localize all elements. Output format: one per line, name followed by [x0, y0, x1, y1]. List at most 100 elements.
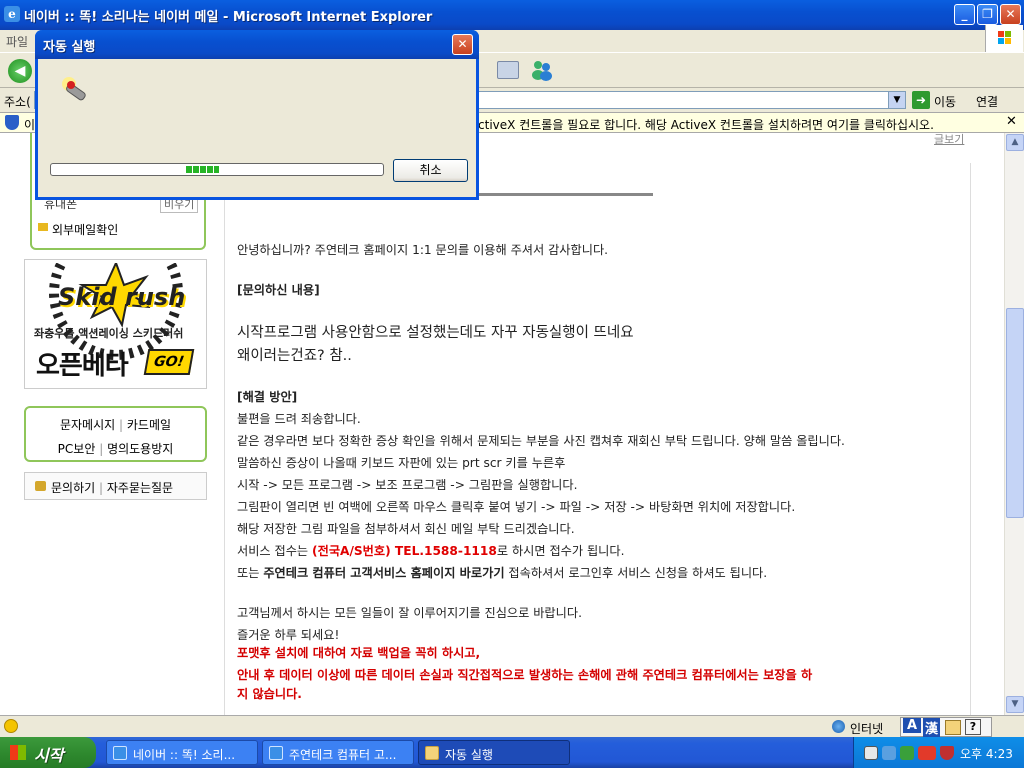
service-line: 서비스 접수는 (전국A/S번호) TEL.1588-1118로 하시면 접수가…: [237, 541, 624, 559]
windows-flag-icon: [10, 745, 26, 760]
help-links-panel: 문의하기 | 자주묻는질문: [24, 472, 207, 500]
ie-icon: [113, 746, 127, 760]
back-arrow-icon[interactable]: ◀: [8, 59, 32, 83]
windows-logo: [985, 25, 1023, 53]
autorun-dialog: 자동 실행 ✕ 취소: [35, 30, 479, 200]
browser-title-bar[interactable]: e 네이버 :: 똑! 소리나는 네이버 메일 - Microsoft Inte…: [0, 0, 1024, 30]
mail-icon[interactable]: [497, 61, 519, 79]
card-mail-link[interactable]: 카드메일: [127, 418, 171, 432]
external-mail-link[interactable]: 외부메일확인: [38, 221, 148, 237]
progress-bar: [50, 163, 384, 176]
ie-icon: [269, 746, 283, 760]
banner-image: Skid rush 좌충우돌 액션레이싱 스키드러쉬 오픈베타 GO!: [28, 226, 203, 385]
homepage-suffix: 접속하셔서 로그인후 서비스 신청을 하셔도 됩니다.: [504, 566, 768, 580]
dialog-title: 자동 실행: [43, 40, 96, 55]
flashlight-search-icon: [60, 74, 96, 104]
shield-icon[interactable]: [940, 746, 954, 760]
banner-go-badge: GO!: [143, 349, 195, 375]
progress-indicator: [186, 166, 219, 173]
inquiry-line: 왜이러는건죠? 참..: [237, 348, 352, 364]
ie-icon: e: [4, 6, 20, 22]
chevron-down-icon[interactable]: ▼: [888, 91, 906, 109]
more-link[interactable]: 글보기: [934, 133, 964, 147]
solution-heading: [해결 방안]: [237, 390, 298, 404]
solution-line: 불편을 드려 죄송합니다.: [237, 412, 361, 426]
shield-icon: [5, 115, 19, 130]
ime-mode-button[interactable]: A: [903, 718, 922, 733]
info-bar-message: ctiveX 컨트롤을 필요로 합니다. 해당 ActiveX 컨트롤을 설치하…: [478, 118, 934, 132]
closing-line: 고객님께서 하시는 모든 일들이 잘 이루어지기를 진심으로 바랍니다.: [237, 606, 582, 620]
go-arrow-icon[interactable]: ➜: [912, 91, 930, 109]
dialog-title-bar[interactable]: 자동 실행 ✕: [35, 30, 479, 59]
vertical-scrollbar[interactable]: ▲ ▼: [1004, 133, 1024, 715]
globe-icon: [832, 720, 845, 733]
minimize-button[interactable]: _: [954, 4, 975, 25]
inquiry-line: 시작프로그램 사용안함으로 설정했는데도 자꾸 자동실행이 뜨네요: [237, 325, 634, 341]
homepage-link[interactable]: 주연테크 컴퓨터 고객서비스 홈페이지 바로가기: [263, 566, 504, 580]
security-zone-label: 인터넷: [850, 722, 884, 736]
scroll-down-icon[interactable]: ▼: [1006, 696, 1024, 713]
ime-language-bar[interactable]: A 漢 ?: [900, 717, 992, 737]
ime-help-button[interactable]: ?: [965, 719, 981, 735]
skidrush-banner[interactable]: Skid rush 좌충우돌 액션레이싱 스키드러쉬 오픈베타 GO!: [24, 226, 207, 389]
cancel-button[interactable]: 취소: [393, 159, 468, 182]
taskbar-item-label: 네이버 :: 똑! 소리...: [133, 748, 236, 762]
external-mail-label: 외부메일확인: [52, 223, 119, 237]
close-button[interactable]: ✕: [1000, 4, 1021, 25]
info-bar-prefix: 이: [24, 118, 36, 132]
solution-line: 그림판이 열리면 빈 여백에 오른쪽 마우스 클릭후 붙여 넣기 -> 파일 -…: [237, 500, 796, 514]
status-bar: 인터넷 A 漢 ?: [0, 715, 1024, 737]
go-button[interactable]: 이동: [934, 93, 956, 110]
inquiry-link[interactable]: 문의하기: [51, 481, 95, 495]
taskbar-item-jooyon[interactable]: 주연테크 컴퓨터 고...: [262, 740, 414, 765]
scroll-thumb[interactable]: [1006, 308, 1024, 518]
clock[interactable]: 오후 4:23: [960, 745, 1013, 762]
service-prefix: 서비스 접수는: [237, 544, 313, 558]
taskbar-item-naver[interactable]: 네이버 :: 똑! 소리...: [106, 740, 258, 765]
service-phone: (전국A/S번호) TEL.1588-1118: [312, 544, 497, 558]
start-button[interactable]: 시작: [0, 737, 96, 768]
solution-line: 해당 저장한 그림 파일을 첨부하셔서 회신 메일 부탁 드리겠습니다.: [237, 522, 575, 536]
sms-link[interactable]: 문자메시지: [60, 418, 115, 432]
warning-line: 포맷후 설치에 대하여 자료 백업을 꼭히 하시고,: [237, 646, 481, 660]
solution-line: 같은 경우라면 보다 정확한 증상 확인을 위해서 문제되는 부분을 사진 캡쳐…: [237, 434, 845, 448]
menu-file[interactable]: 파일: [6, 33, 28, 50]
homepage-prefix: 또는: [237, 566, 264, 580]
phone-icon: [35, 481, 46, 491]
service-links-panel: 문자메시지 | 카드메일 PC보안 | 명의도용방지: [24, 406, 207, 462]
identity-theft-link[interactable]: 명의도용방지: [107, 442, 173, 456]
hanja-button[interactable]: 漢: [923, 718, 941, 737]
closing-line: 즐거운 하루 되세요!: [237, 628, 340, 642]
antivirus-icon[interactable]: [918, 746, 936, 760]
warning-icon[interactable]: [4, 719, 18, 733]
taskbar-item-label: 자동 실행: [445, 748, 493, 762]
warning-line: 안내 후 데이터 이상에 따른 데이터 손실과 직간접적으로 발생하는 손해에 …: [237, 668, 813, 682]
warning-line: 지 않습니다.: [237, 687, 302, 701]
solution-line: 시작 -> 모든 프로그램 -> 보조 프로그램 -> 그림판을 실행합니다.: [237, 478, 578, 492]
maximize-button[interactable]: ❐: [977, 4, 998, 25]
pc-security-link[interactable]: PC보안: [58, 442, 96, 456]
start-label: 시작: [34, 746, 64, 765]
info-bar-close-icon[interactable]: ✕: [1006, 114, 1017, 129]
service-links-row: PC보안 | 명의도용방지: [57, 442, 174, 456]
ime-pad-icon[interactable]: [945, 720, 961, 735]
page-content: 휴대폰 비우기 외부메일확인 Skid rush 좌충우돌 액션레이싱 스키드러…: [0, 133, 1004, 715]
volume-icon[interactable]: [864, 746, 878, 760]
banner-headline: 오픈베타: [36, 351, 129, 381]
links-button[interactable]: 연결: [976, 93, 998, 110]
envelope-icon: [38, 223, 48, 231]
messenger-icon[interactable]: [530, 59, 554, 81]
homepage-line: 또는 주연테크 컴퓨터 고객서비스 홈페이지 바로가기 접속하셔서 로그인후 서…: [237, 563, 767, 581]
dialog-close-button[interactable]: ✕: [452, 34, 473, 55]
inquiry-heading: [문의하신 내용]: [237, 283, 320, 297]
banner-logo: Skid rush: [58, 283, 186, 311]
solution-line: 말씀하신 증상이 나올때 키보드 자판에 있는 prt scr 키를 누른후: [237, 456, 566, 470]
service-suffix: 로 하시면 접수가 됩니다.: [496, 544, 625, 558]
tray-green-icon[interactable]: [900, 746, 914, 760]
scroll-up-icon[interactable]: ▲: [1006, 134, 1024, 151]
network-icon[interactable]: [882, 746, 896, 760]
folder-icon: [425, 746, 439, 760]
address-label: 주소(: [4, 95, 31, 109]
taskbar-item-autorun[interactable]: 자동 실행: [418, 740, 570, 765]
faq-link[interactable]: 자주묻는질문: [107, 481, 173, 495]
